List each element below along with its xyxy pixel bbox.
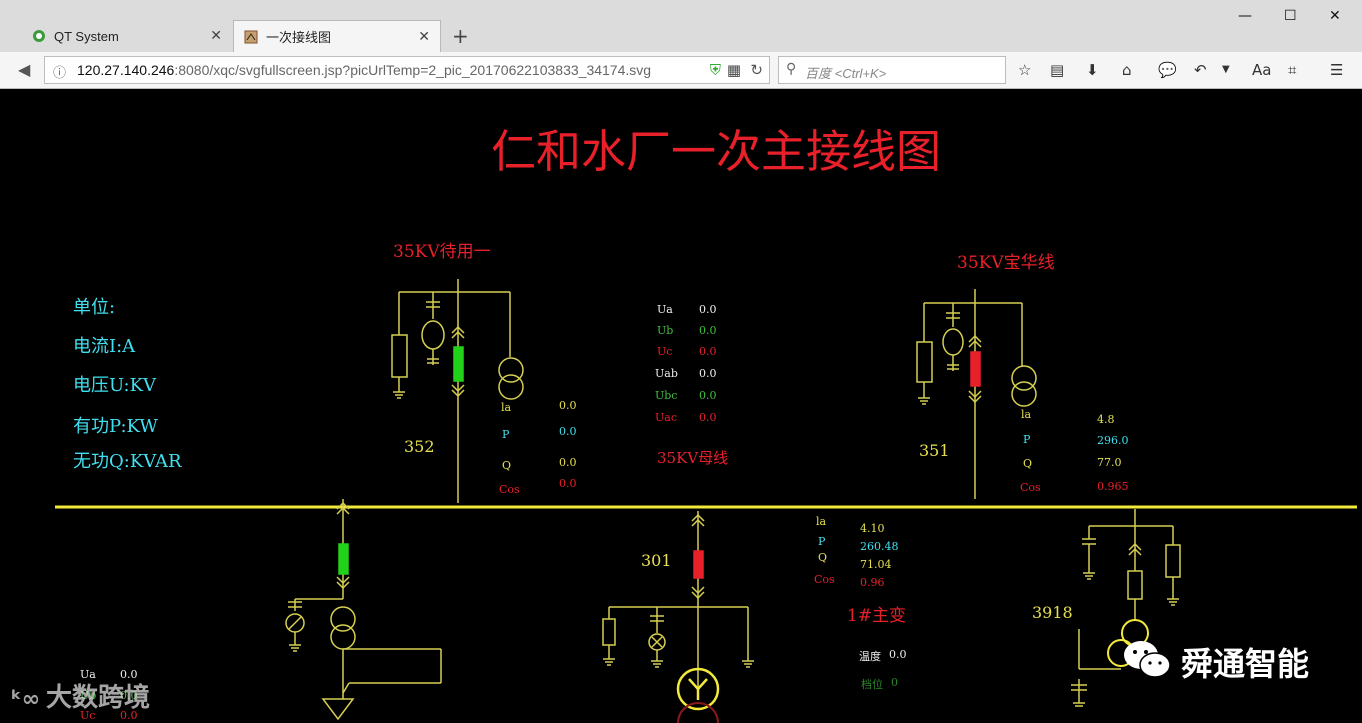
navigation-bar: ◀ ⓘ 120.27.140.246:8080/xqc/svgfullscree… bbox=[0, 52, 1362, 89]
feeder-left-cos-label: Cos bbox=[499, 483, 520, 496]
feeder-left-name: 35KV待用一 bbox=[393, 242, 491, 262]
reload-icon[interactable]: ↻ bbox=[750, 61, 763, 79]
feeder-left-p-value: 0.0 bbox=[559, 425, 577, 438]
new-tab-button[interactable]: + bbox=[452, 24, 469, 48]
bus-uc-value: 0.0 bbox=[699, 345, 717, 358]
wiring-diagram bbox=[55, 279, 1357, 723]
feeder-right-cos-label: Cos bbox=[1020, 481, 1041, 494]
reader-view-icon[interactable]: Aa bbox=[1252, 61, 1271, 79]
feeder-left-cos-value: 0.0 bbox=[559, 477, 577, 490]
feeder-left-q-label: Q bbox=[502, 459, 512, 472]
bus-uab-label: Uab bbox=[655, 367, 678, 380]
bus-ua-value: 0.0 bbox=[699, 303, 717, 316]
dropdown-icon[interactable]: ▼ bbox=[1222, 64, 1230, 75]
feeder-right-p-label: P bbox=[1023, 433, 1031, 446]
bus-ub-value: 0.0 bbox=[699, 324, 717, 337]
qr-code-icon[interactable]: ▦ bbox=[727, 61, 741, 79]
transformer-ia-value: 4.10 bbox=[860, 522, 885, 535]
bus-ubc-value: 0.0 bbox=[699, 389, 717, 402]
transformer-name: 1#主变 bbox=[847, 606, 907, 626]
bus-ubc-label: Ubc bbox=[655, 389, 678, 402]
menu-icon[interactable]: ☰ bbox=[1330, 61, 1343, 79]
home-icon[interactable]: ⌂ bbox=[1122, 61, 1132, 79]
bus-ub-label: Ub bbox=[657, 324, 674, 337]
feeder-right-ia-value: 4.8 bbox=[1097, 413, 1115, 426]
close-tab-icon[interactable]: ✕ bbox=[418, 28, 430, 45]
unit-reactive-power: 无功Q:KVAR bbox=[73, 451, 182, 472]
feeder-left-p-label: P bbox=[502, 428, 510, 441]
feeder-left-number: 352 bbox=[404, 437, 435, 456]
close-window-icon[interactable]: ✕ bbox=[1329, 8, 1341, 24]
transformer-p-value: 260.48 bbox=[860, 540, 899, 553]
transformer-temp-value: 0.0 bbox=[889, 648, 907, 661]
watermark-logo-icon: ᵏ∞ bbox=[11, 687, 41, 712]
transformer-temp-label: 温度 bbox=[859, 650, 881, 663]
undo-icon[interactable]: ↶ bbox=[1194, 61, 1207, 79]
feeder-left-ia-label: la bbox=[501, 401, 512, 414]
transformer-tap-label: 档位 bbox=[861, 678, 883, 691]
download-icon[interactable]: ⬇ bbox=[1086, 61, 1099, 79]
transformer-q-value: 71.04 bbox=[860, 558, 892, 571]
tab-label: 一次接线图 bbox=[266, 30, 332, 45]
feeder-right-q-value: 77.0 bbox=[1097, 456, 1122, 469]
reading-list-icon[interactable]: ▤ bbox=[1050, 61, 1064, 79]
feeder-right-q-label: Q bbox=[1023, 457, 1033, 470]
bus-name: 35KV母线 bbox=[657, 449, 729, 467]
minimize-icon[interactable]: — bbox=[1238, 8, 1252, 24]
bus-uab-value: 0.0 bbox=[699, 367, 717, 380]
bus-uac-value: 0.0 bbox=[699, 411, 717, 424]
feeder-right-number: 351 bbox=[919, 441, 950, 460]
crop-icon[interactable]: ⌗ bbox=[1288, 61, 1296, 79]
info-icon[interactable]: ⓘ bbox=[53, 62, 66, 81]
bus-uc-label: Uc bbox=[657, 345, 673, 358]
diagram-title: 仁和水厂一次主接线图 bbox=[491, 125, 942, 178]
tab-label: QT System bbox=[54, 28, 119, 44]
tab-bar: QT System ✕ 一次接线图 ✕ + — ☐ ✕ bbox=[0, 0, 1362, 52]
unit-voltage: 电压U:KV bbox=[73, 375, 157, 396]
maximize-icon[interactable]: ☐ bbox=[1284, 8, 1297, 24]
bookmark-star-icon[interactable]: ☆ bbox=[1018, 61, 1031, 79]
unit-current: 电流I:A bbox=[73, 336, 136, 357]
qt-system-icon bbox=[32, 29, 46, 43]
url-bar[interactable]: ⓘ 120.27.140.246:8080/xqc/svgfullscreen.… bbox=[44, 56, 770, 84]
search-bar[interactable]: ⚲ 百度 <Ctrl+K> bbox=[778, 56, 1006, 84]
feeder-right-p-value: 296.0 bbox=[1097, 434, 1129, 447]
tab-diagram[interactable]: 一次接线图 ✕ bbox=[233, 20, 441, 52]
unit-active-power: 有功P:KW bbox=[73, 416, 158, 437]
tab-qt-system[interactable]: QT System ✕ bbox=[22, 20, 232, 52]
feeder-right-cos-value: 0.965 bbox=[1097, 480, 1129, 493]
feeder-left-ia-value: 0.0 bbox=[559, 399, 577, 412]
transformer-ia-label: la bbox=[816, 515, 827, 528]
branch-right-number: 3918 bbox=[1032, 603, 1073, 622]
transformer-p-label: P bbox=[818, 535, 826, 548]
transformer-cos-label: Cos bbox=[814, 573, 835, 586]
search-icon: ⚲ bbox=[786, 61, 797, 77]
units-heading: 单位: bbox=[73, 297, 116, 318]
transformer-q-label: Q bbox=[818, 551, 828, 564]
transformer-number: 301 bbox=[641, 551, 672, 570]
shield-icon[interactable]: ⛨ bbox=[710, 61, 721, 79]
bus-uac-label: Uac bbox=[655, 411, 677, 424]
diagram-canvas: 仁和水厂一次主接线图 单位: 电流I:A 电压U:KV 有功P:KW 无功Q:K… bbox=[7, 89, 1357, 723]
transformer-tap-value: 0 bbox=[891, 676, 898, 689]
url-text[interactable]: 120.27.140.246:8080/xqc/svgfullscreen.js… bbox=[77, 62, 651, 78]
close-tab-icon[interactable]: ✕ bbox=[210, 27, 222, 44]
wechat-icon bbox=[1124, 641, 1171, 678]
watermark-right-text: 舜通智能 bbox=[1181, 645, 1310, 683]
feeder-left-q-value: 0.0 bbox=[559, 456, 577, 469]
feeder-right-name: 35KV宝华线 bbox=[957, 253, 1055, 273]
diagram-icon bbox=[244, 30, 258, 44]
bus-ua-label: Ua bbox=[657, 303, 673, 316]
watermark-left: ᵏ∞ 大数跨境 bbox=[11, 683, 151, 713]
chat-icon[interactable]: 💬 bbox=[1158, 61, 1177, 79]
search-input[interactable]: 百度 <Ctrl+K> bbox=[805, 63, 886, 82]
transformer-cos-value: 0.96 bbox=[860, 576, 885, 589]
feeder-right-ia-label: la bbox=[1021, 408, 1032, 421]
back-icon[interactable]: ◀ bbox=[18, 60, 30, 79]
